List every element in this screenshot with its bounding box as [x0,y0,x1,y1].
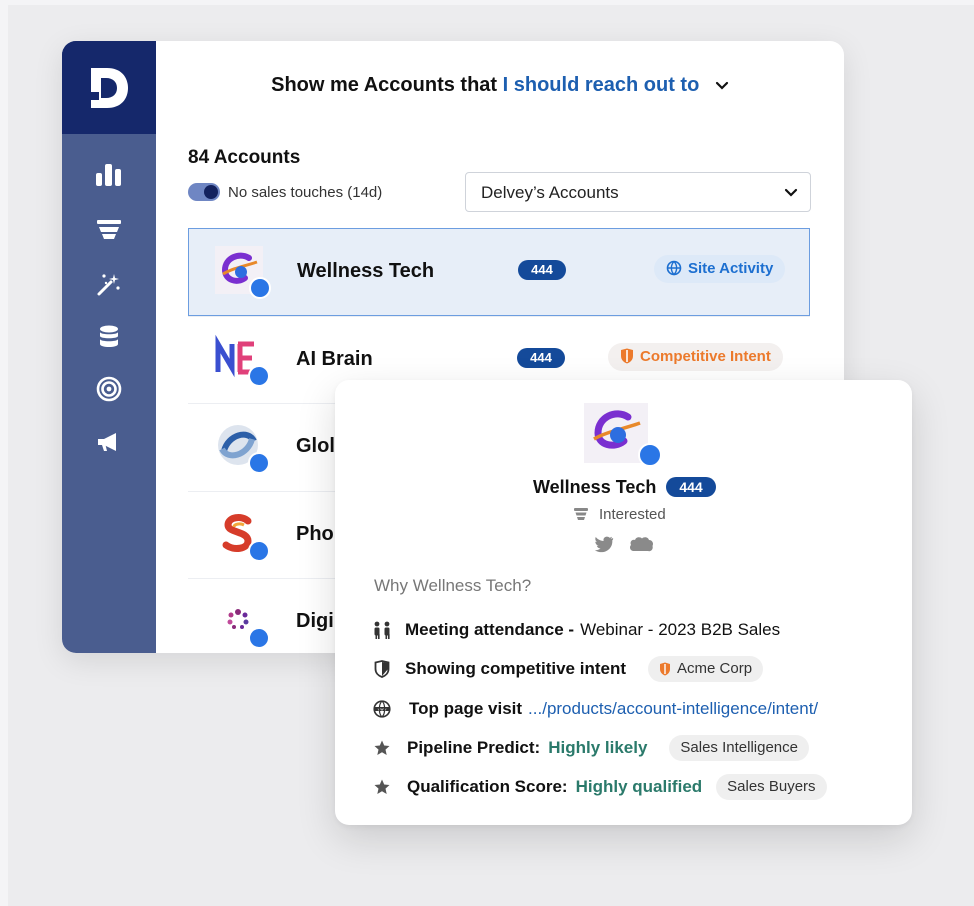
app-logo[interactable] [62,41,156,134]
nav-funnel[interactable] [89,214,129,244]
nav-campaigns[interactable] [89,427,129,457]
social-links [594,535,654,558]
nav-target[interactable] [89,374,129,404]
nav-analytics[interactable] [89,159,129,189]
pipeline-chip[interactable]: Sales Intelligence [669,735,809,761]
page-edge [0,0,8,906]
status-dot [248,365,270,387]
score-badge: 444 [517,348,565,368]
reason-value: Highly likely [548,738,648,757]
people-icon [371,621,393,639]
page-visit-link[interactable]: .../products/account-intelligence/intent… [528,699,818,719]
why-label: Why Wellness Tech? [374,576,532,595]
magic-wand-icon [97,274,120,296]
shield-icon [660,662,671,676]
account-name: AI Brain [296,348,373,370]
reason-value: Webinar - 2023 B2B Sales [580,620,781,639]
competitive-intent-tag: Competitive Intent [608,343,783,371]
nav-wand[interactable] [89,269,129,299]
reason-label: Showing competitive intent [405,659,627,678]
shield-icon [620,346,634,374]
toggle-label: No sales touches (14d) [228,184,383,201]
database-icon [100,325,118,347]
reason-label: Meeting attendance - [405,620,575,639]
status-dot [248,540,270,562]
status-dot [249,277,271,299]
stage-label: Interested [599,506,666,523]
toggle-knob [204,185,218,199]
headline[interactable]: Show me Accounts that I should reach out… [156,74,844,97]
tag-label: Site Activity [688,260,774,277]
star-icon [371,739,393,757]
reason-page-visit: www Top page visit .../products/account-… [371,695,818,723]
status-dot [248,452,270,474]
competitor-chip[interactable]: Acme Corp [648,656,764,682]
globe-icon [666,258,682,286]
megaphone-icon [98,433,116,451]
reason-label: Top page visit [409,699,523,718]
account-row-wellness-tech[interactable]: Wellness Tech 444 Site Activity [188,228,810,316]
no-touches-toggle[interactable] [188,183,220,201]
target-icon [96,376,122,402]
owner-select[interactable]: Delvey’s Accounts [465,172,811,212]
nav-database[interactable] [89,322,129,352]
site-activity-tag: Site Activity [654,255,786,286]
account-name: Digi [296,610,334,632]
headline-accent: I should reach out to [502,74,700,96]
salesforce-icon[interactable] [628,535,654,553]
reason-label: Qualification Score: [407,777,568,796]
tag-label: Competitive Intent [640,348,771,365]
account-detail-card: Wellness Tech 444 Interested Why Wellnes… [335,380,912,825]
funnel-icon [97,220,121,239]
logo-d-icon [91,67,128,108]
account-count: 84 Accounts [188,147,301,168]
reason-qualification: Qualification Score: Highly qualified Sa… [371,773,827,801]
status-dot [248,627,270,649]
reason-pipeline: Pipeline Predict: Highly likely Sales In… [371,734,809,762]
status-dot [638,443,662,467]
star-icon [371,778,393,796]
page-edge-top [0,0,974,5]
reason-meeting: Meeting attendance - Webinar - 2023 B2B … [371,616,780,644]
account-name: Glol [296,435,335,457]
funnel-icon [574,508,588,520]
headline-prefix: Show me Accounts that [271,74,498,96]
reason-competitive: Showing competitive intent Acme Corp [371,655,764,683]
buying-stage: Interested [573,506,666,523]
chevron-down-icon [784,185,798,203]
card-account-name: Wellness Tech [533,477,657,497]
qualification-chip[interactable]: Sales Buyers [716,774,827,800]
chip-label: Acme Corp [677,660,753,677]
chevron-down-icon [715,74,729,97]
account-name: Pho [296,523,334,545]
bar-chart-icon [96,164,121,186]
sidebar [62,41,156,653]
shield-icon [371,660,393,678]
account-name: Wellness Tech [297,260,435,282]
www-globe-icon: www [371,700,393,718]
score-badge: 444 [518,260,566,280]
reason-value: Highly qualified [575,777,703,796]
owner-select-value: Delvey’s Accounts [481,183,619,202]
twitter-icon[interactable] [594,535,614,553]
reason-label: Pipeline Predict: [407,738,541,757]
score-badge: 444 [666,477,716,497]
